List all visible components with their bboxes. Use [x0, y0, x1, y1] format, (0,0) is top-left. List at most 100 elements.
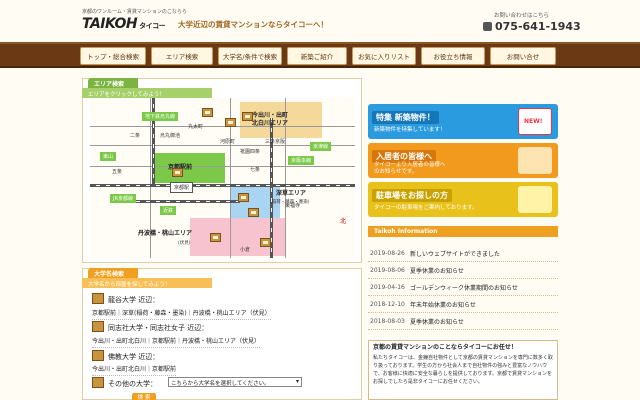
other-university-label: その他の大学：	[108, 380, 157, 388]
about-box: 京都の賃貸マンションのことならタイコーにお任せ！ 私たちタイコーは、金鐘自社物件…	[368, 340, 558, 400]
site-logo[interactable]: TAIKOH タイコー	[82, 16, 166, 32]
news-date: 2019-04-16	[370, 283, 405, 291]
banner-subtitle: 新築物件を特集しています！	[374, 127, 446, 133]
house-icon[interactable]	[238, 193, 249, 202]
area-tambabashi-sub: (伏見)	[178, 241, 191, 246]
map-label-subway: 地下鉄烏丸線	[142, 112, 179, 121]
nav-item-favorites[interactable]: お気に入りリスト	[352, 47, 416, 65]
banner-subtitle: タイコーの駐車場をご案内しております。	[374, 205, 478, 211]
phone-number[interactable]: 075-641-1943	[483, 20, 581, 33]
news-date: 2018-08-03	[370, 317, 405, 325]
car-illustration-icon	[518, 186, 552, 213]
map-railway	[152, 98, 155, 184]
university-links-ryukoku[interactable]: 京都駅前｜深草(稲荷・藤森・墨染)｜丹波橋・桃山エリア（伏見）	[92, 308, 271, 320]
map-label: 二条	[130, 133, 141, 139]
house-icon[interactable]	[202, 108, 213, 117]
map-label-keishin: 京津線	[310, 142, 332, 151]
news-title[interactable]: 夏季休業のお知らせ	[410, 317, 464, 326]
map-label: 五条	[112, 169, 123, 175]
university-item-bukkyo: 佛教大学 近辺：	[92, 350, 159, 362]
phone-text: 075-641-1943	[495, 20, 581, 33]
nav-item-useful[interactable]: お役立ち情報	[421, 47, 485, 65]
house-icon[interactable]	[242, 112, 253, 121]
university-item-ryukoku: 龍谷大学 近辺：	[92, 293, 159, 305]
university-select[interactable]: こちらから大学名を選択してください。	[168, 377, 302, 387]
news-item[interactable]: 2019-04-16 ゴールデンウィーク休業期間のお知らせ	[368, 279, 558, 296]
logo-kana: タイコー	[139, 22, 166, 30]
house-icon	[92, 321, 104, 332]
area-map: 地下鉄烏丸線 二条 烏丸御池 丸太町 河原町 祇園四条 三条京阪 東山 京阪本線…	[90, 98, 355, 258]
new-badge-text: NEW!	[524, 118, 543, 125]
news-title[interactable]: 夏季休業のお知らせ	[410, 266, 464, 275]
map-label: 三条京阪	[265, 139, 286, 145]
area-tambabashi-label[interactable]: 丹波橋・桃山エリア	[138, 230, 192, 238]
banner-residents[interactable]: 入居者の皆様へ タイコーより入居者の皆様へ のお知らせです。	[368, 143, 558, 178]
map-label: 祇園四条	[240, 149, 261, 155]
news-item[interactable]: 2018-08-03 夏季休業のお知らせ	[368, 313, 558, 330]
nav-item-top[interactable]: トップ・総合検索	[80, 47, 146, 65]
house-icon	[92, 293, 104, 304]
house-icon[interactable]	[210, 233, 221, 242]
house-icon[interactable]	[248, 208, 259, 217]
news-date: 2019-08-06	[370, 266, 405, 274]
university-name: 同志社大学・同志社女子 近辺：	[108, 324, 209, 332]
map-road	[90, 126, 355, 127]
map-railway	[120, 200, 240, 203]
banner-parking[interactable]: 駐車場をお探しの方 タイコーの駐車場をご案内しております。	[368, 182, 558, 217]
search-button[interactable]: 検 索	[132, 393, 156, 400]
area-search-title: エリア検索	[88, 78, 138, 88]
map-railway	[90, 184, 355, 187]
area-fukakusa-label[interactable]: 深草エリア	[276, 190, 306, 198]
catch-copy: 大学近辺の賃貸マンションならタイコーへ！	[178, 20, 328, 29]
nav-item-university[interactable]: 大学名/条件で検索	[218, 47, 282, 65]
banner-new-properties[interactable]: 特集 新築物件！ 新築物件を特集しています！ NEW!	[368, 104, 558, 139]
nav-item-contact[interactable]: お問い合せ	[490, 47, 556, 65]
university-links-doshisha[interactable]: 今出川・出町北白川｜京都駅前｜丹波橋・桃山エリア（伏見）	[92, 336, 261, 348]
nav-item-new[interactable]: 新築ご紹介	[287, 47, 347, 65]
about-body: 私たちタイコーは、金鐘自社物件として京都の賃貸マンションを専門に数多く取り扱って…	[373, 355, 553, 385]
university-search-title: 大学名検索	[88, 268, 138, 278]
map-label: 河原町	[220, 139, 236, 145]
area-imadegawa-label[interactable]: 今出川・出町 北白川エリア	[252, 112, 288, 128]
house-icon[interactable]	[260, 238, 271, 247]
north-marker: 北	[340, 218, 347, 225]
university-item-doshisha: 同志社大学・同志社女子 近辺：	[92, 321, 208, 333]
map-road	[90, 166, 355, 167]
logo-tagline: 京都のワンルーム・賃貸マンションのこならら	[82, 9, 187, 15]
contact-label[interactable]: お問い合わせはこちら	[494, 11, 549, 19]
news-item[interactable]: 2019-08-06 夏季休業のお知らせ	[368, 262, 558, 279]
news-date: 2019-08-26	[370, 249, 405, 257]
news-date: 2018-12-10	[370, 300, 405, 308]
university-name: 龍谷大学 近辺：	[108, 296, 160, 304]
map-station-kyoto[interactable]: 京都駅	[170, 182, 194, 193]
banner-title: 駐車場をお探しの方	[372, 189, 452, 202]
map-label: 小倉	[240, 247, 251, 253]
area-search-subtitle: エリアをクリックしてみよう！	[82, 88, 212, 98]
news-item[interactable]: 2019-08-26 新しいウェブサイトができました	[368, 245, 558, 262]
nav-item-area[interactable]: エリア検索	[151, 47, 213, 65]
map-label: 丸太町	[188, 124, 204, 130]
new-badge-icon: NEW!	[518, 108, 552, 135]
news-title[interactable]: 年末年始休業のお知らせ	[410, 300, 476, 309]
news-item[interactable]: 2018-12-10 年末年始休業のお知らせ	[368, 296, 558, 313]
site-header: 京都のワンルーム・賃貸マンションのこならら TAIKOH タイコー 大学近辺の賃貸…	[0, 0, 640, 42]
house-icon[interactable]	[172, 168, 183, 177]
area-fukakusa-sub: (稲荷・藤森・墨染)	[270, 200, 310, 205]
university-item-other: その他の大学：	[92, 377, 157, 389]
map-label-keihan: 京阪本線	[288, 156, 315, 165]
news-title[interactable]: ゴールデンウィーク休業期間のお知らせ	[410, 283, 518, 292]
information-heading: Taikoh Information	[368, 226, 558, 237]
house-icon	[92, 377, 104, 388]
logo-text: TAIKOH	[82, 16, 138, 32]
university-links-bukkyo[interactable]: 今出川・出町北白川｜京都駅前	[92, 364, 177, 376]
house-icon	[92, 350, 104, 361]
university-name: 佛教大学 近辺：	[108, 353, 160, 361]
map-label: 烏丸御池	[160, 133, 181, 139]
house-icon[interactable]	[225, 118, 236, 127]
banner-title: 特集 新築物件！	[372, 111, 439, 124]
residents-illustration-icon	[518, 147, 552, 174]
global-nav: トップ・総合検索 エリア検索 大学名/条件で検索 新築ご紹介 お気に入りリスト …	[0, 42, 640, 68]
university-search-subtitle: 大学名から部屋を探してみよう！	[82, 278, 212, 288]
news-title[interactable]: 新しいウェブサイトができました	[410, 249, 500, 258]
about-title: 京都の賃貸マンションのことならタイコーにお任せ！	[373, 344, 517, 351]
